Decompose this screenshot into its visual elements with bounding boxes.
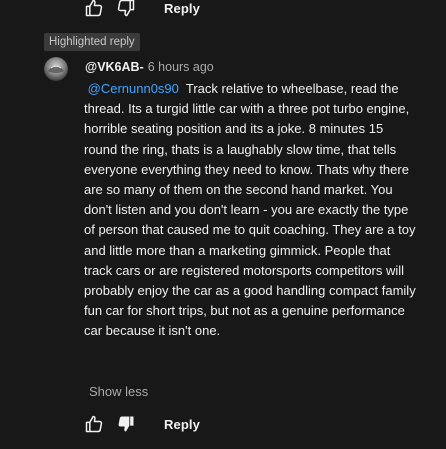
previous-comment-actions: Reply bbox=[82, 0, 200, 20]
user-avatar-icon bbox=[44, 57, 68, 81]
mention-link[interactable]: @Cernunn0s90 bbox=[88, 81, 179, 96]
author-name[interactable]: @VK6AB- bbox=[85, 60, 144, 74]
reply-button[interactable]: Reply bbox=[164, 417, 200, 432]
highlighted-reply-badge: Highlighted reply bbox=[44, 33, 140, 51]
thumbs-up-icon bbox=[85, 415, 103, 433]
comment-timestamp[interactable]: 6 hours ago bbox=[148, 60, 214, 74]
reply-button[interactable]: Reply bbox=[164, 1, 200, 16]
show-less-button[interactable]: Show less bbox=[89, 384, 148, 399]
comment-body-text: Track relative to wheelbase, read the th… bbox=[84, 81, 416, 339]
comment-text: @Cernunn0s90 Track relative to wheelbase… bbox=[84, 79, 416, 342]
dislike-button[interactable] bbox=[114, 412, 138, 436]
thumbs-down-filled-icon bbox=[118, 416, 134, 432]
comment-thread: Reply Highlighted reply @VK6AB- 6 hours a… bbox=[0, 0, 446, 449]
comment-header: @VK6AB- 6 hours ago bbox=[85, 59, 214, 75]
like-button[interactable] bbox=[82, 412, 106, 436]
thumbs-down-icon bbox=[117, 0, 135, 17]
comment-actions: Reply bbox=[82, 412, 200, 436]
avatar[interactable] bbox=[44, 57, 68, 81]
like-button[interactable] bbox=[82, 0, 106, 20]
dislike-button[interactable] bbox=[114, 0, 138, 20]
thumbs-up-icon bbox=[85, 0, 103, 17]
